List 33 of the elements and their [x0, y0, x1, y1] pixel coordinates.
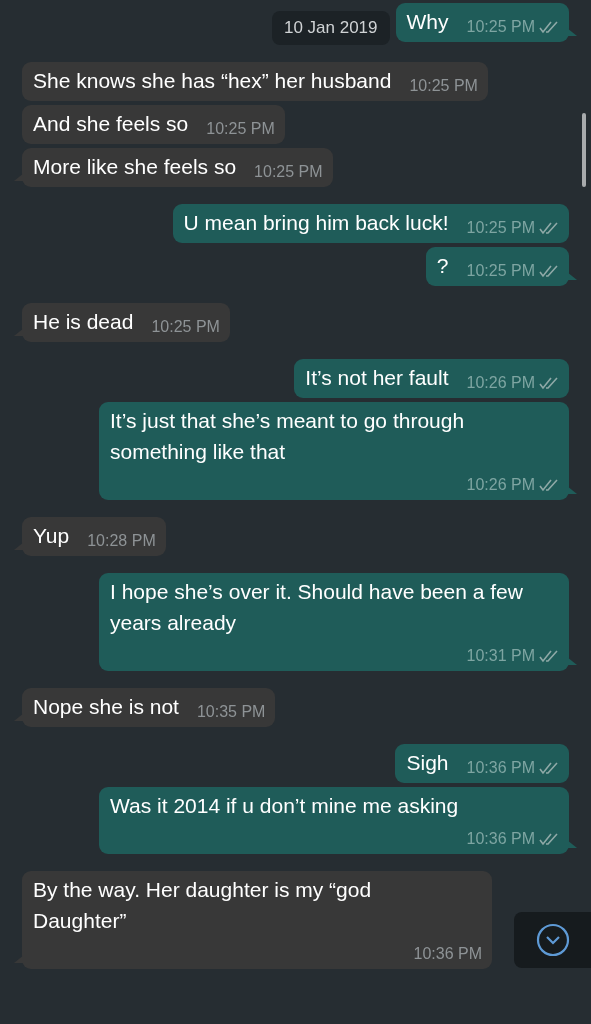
message-text: U mean bring him back luck!	[183, 209, 449, 236]
message-time: 10:36 PM	[466, 828, 535, 849]
message-time: 10:25 PM	[466, 17, 535, 37]
message-time: 10:36 PM	[413, 943, 482, 964]
message-time: 10:25 PM	[409, 75, 478, 96]
message-text: Nope she is not	[33, 693, 179, 720]
message-text: I hope she’s over it. Should have been a few years already	[110, 578, 524, 636]
message-text: Was it 2014 if u don’t mine me asking	[110, 792, 459, 819]
scroll-down-button[interactable]	[514, 912, 591, 968]
message-text: She knows she has “hex” her husband	[33, 67, 392, 94]
message-time: 10:25 PM	[466, 260, 535, 281]
message-text: More like she feels so	[33, 153, 237, 180]
message-time: 10:35 PM	[196, 701, 266, 722]
message-text: It’s not her fault	[305, 364, 449, 391]
message-time: 10:26 PM	[466, 372, 535, 393]
message-time: 10:25 PM	[254, 161, 323, 182]
message-time: 10:31 PM	[466, 645, 535, 666]
message-time: 10:36 PM	[466, 757, 535, 778]
message-text: Yup	[33, 522, 70, 549]
message-time: 10:26 PM	[466, 474, 535, 495]
message-text: ?	[436, 252, 449, 279]
chevron-down-icon	[535, 923, 570, 957]
message-time: 10:25 PM	[206, 118, 275, 139]
message-text: Why	[406, 9, 449, 35]
message-text: He is dead	[33, 308, 134, 335]
message-time: 10:25 PM	[151, 316, 220, 337]
message-text: And she feels so	[33, 110, 189, 137]
message-time: 10:28 PM	[87, 530, 156, 551]
message-time: 10:25 PM	[466, 217, 535, 238]
message-text: By the way. Her daughter is my “god Daughter”	[33, 876, 373, 934]
date-chip: 10 Jan 2019	[271, 11, 390, 45]
message-text: It’s just that she’s meant to go through something like that	[110, 407, 466, 465]
message-text: Sigh	[406, 749, 449, 776]
